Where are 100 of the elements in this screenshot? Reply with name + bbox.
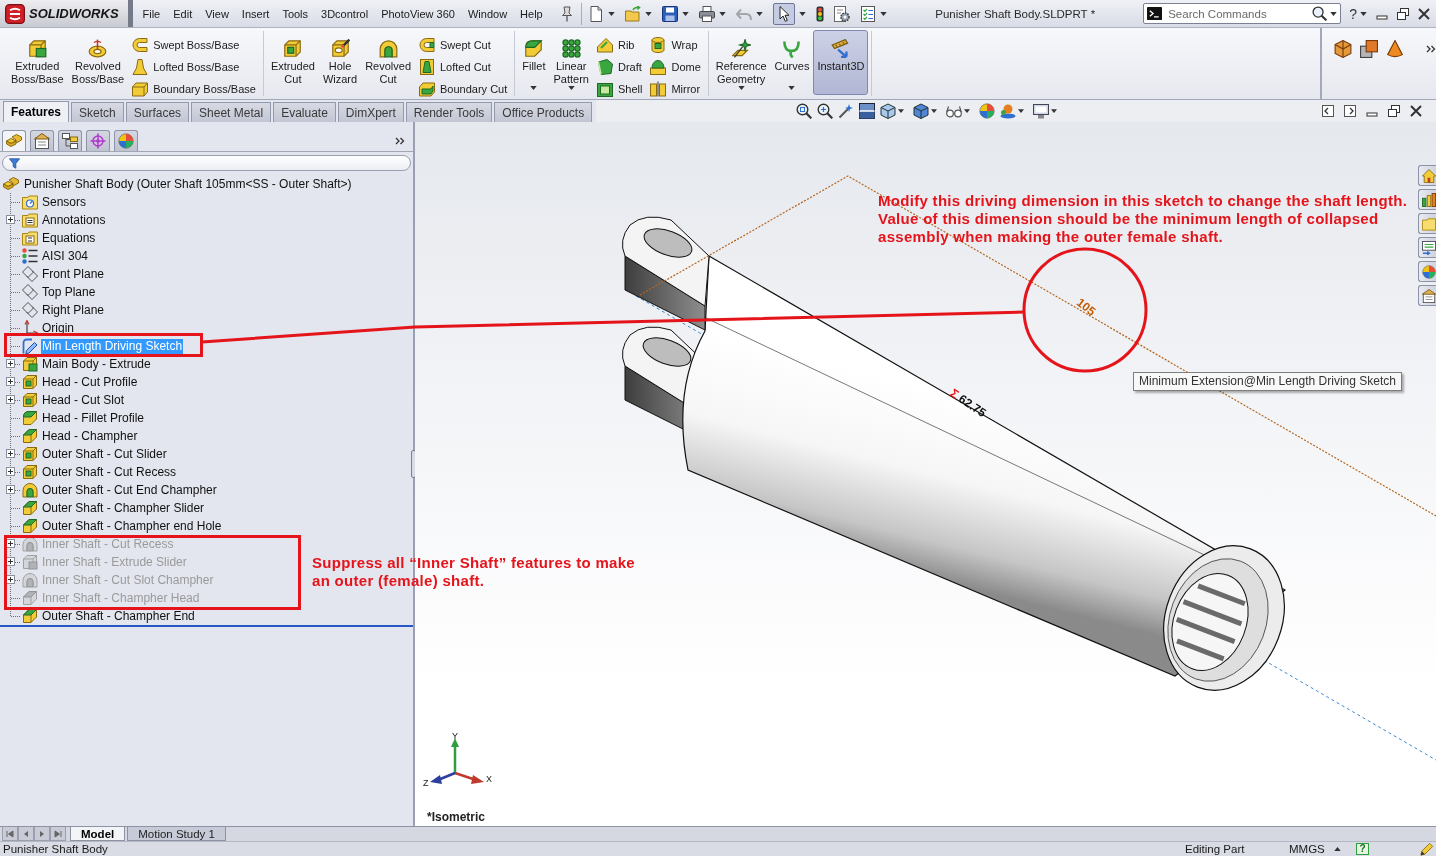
display-style-icon[interactable] — [913, 103, 930, 119]
caret-icon[interactable] — [931, 109, 938, 113]
chevron-icon[interactable] — [1426, 45, 1436, 53]
tree-item[interactable]: Outer Shaft - Cut End Champher — [41, 482, 218, 498]
caret-icon[interactable] — [1330, 11, 1338, 16]
menu-item[interactable]: Help — [513, 5, 550, 22]
command-button[interactable]: Boundary Cut — [415, 78, 512, 100]
section-view-icon[interactable] — [859, 103, 876, 119]
plus-icon[interactable] — [6, 359, 15, 368]
caret-icon[interactable] — [645, 11, 653, 16]
command-button[interactable]: Swept Boss/Base — [128, 34, 260, 56]
tree-root-item[interactable]: Punisher Shaft Body (Outer Shaft 105mm<SS - Outer Shaft>) — [23, 176, 353, 192]
command-button[interactable]: Swept Cut — [415, 34, 512, 56]
search-input[interactable]: Search Commands — [1166, 5, 1310, 22]
command-button[interactable]: Instant3D — [813, 30, 869, 95]
appearance-icon[interactable] — [979, 103, 996, 119]
plus-icon[interactable] — [6, 575, 15, 584]
command-button[interactable]: Extruded Cut — [266, 30, 319, 95]
plus-icon[interactable] — [6, 557, 15, 566]
ribbon-tab[interactable]: Sketch — [71, 102, 124, 122]
command-button[interactable]: Shell — [592, 78, 647, 100]
search-field[interactable]: Search Commands — [1143, 3, 1342, 24]
menu-item[interactable]: Insert — [235, 5, 276, 22]
command-button[interactable]: Wrap — [646, 34, 705, 56]
stacked-boxes-icon[interactable] — [1360, 40, 1378, 58]
command-button[interactable]: Revolved Boss/Base — [67, 30, 129, 95]
caret-icon[interactable] — [719, 11, 727, 16]
tile-left-icon[interactable] — [1322, 105, 1334, 117]
plus-icon[interactable] — [6, 449, 15, 458]
ribbon-tab[interactable]: Render Tools — [405, 102, 493, 122]
tree-item[interactable]: Head - Fillet Profile — [41, 410, 146, 426]
menu-item[interactable]: File — [136, 5, 167, 22]
help-button[interactable]: ? — [1356, 843, 1369, 855]
ribbon-tab[interactable]: Sheet Metal — [191, 102, 272, 122]
command-button[interactable]: Lofted Boss/Base — [128, 56, 260, 78]
select-tool-button[interactable] — [773, 2, 796, 25]
command-button[interactable]: Fillet — [518, 30, 550, 95]
command-button[interactable]: Reference Geometry — [711, 30, 771, 95]
tab-scroll-button[interactable] — [18, 827, 34, 841]
filter-field[interactable] — [2, 155, 411, 171]
menu-item[interactable]: View — [198, 5, 236, 22]
command-button[interactable]: Dome — [646, 56, 705, 78]
command-button[interactable]: Hole Wizard — [318, 30, 362, 95]
command-button[interactable]: Revolved Cut — [361, 30, 415, 95]
caret-icon[interactable] — [898, 109, 905, 113]
menu-item[interactable]: Window — [461, 5, 514, 22]
bottom-tab[interactable]: Model — [70, 827, 126, 841]
tab-scroll-button[interactable] — [50, 827, 66, 841]
panel-tab[interactable] — [86, 130, 110, 151]
command-button[interactable]: Mirror — [646, 78, 705, 100]
tree-item[interactable]: Outer Shaft - Cut Recess — [41, 464, 178, 480]
tree-item[interactable]: Equations — [41, 230, 97, 246]
tree-item[interactable]: Main Body - Extrude — [41, 356, 152, 372]
command-button[interactable]: Boundary Boss/Base — [128, 78, 260, 100]
close-icon[interactable] — [1418, 7, 1430, 20]
command-button[interactable]: Extruded Boss/Base — [7, 30, 68, 95]
dimension-value[interactable]: 105 — [1073, 295, 1099, 319]
caret-icon[interactable] — [682, 11, 690, 16]
plus-icon[interactable] — [6, 539, 15, 548]
checklist-icon[interactable] — [860, 5, 877, 22]
scene-icon[interactable] — [1000, 103, 1017, 119]
caret-up-icon[interactable] — [1334, 847, 1341, 851]
tree-item[interactable]: Right Plane — [41, 302, 106, 318]
task-pane-tab[interactable] — [1418, 261, 1436, 282]
ribbon-tab[interactable]: Office Products — [494, 102, 593, 122]
restore-icon[interactable] — [1388, 105, 1400, 117]
task-pane-tab[interactable] — [1418, 237, 1436, 258]
command-button[interactable]: Rib — [592, 34, 647, 56]
plus-icon[interactable] — [6, 395, 15, 404]
panel-tab[interactable] — [114, 130, 138, 151]
caret-icon[interactable] — [1051, 109, 1058, 113]
caret-icon[interactable] — [608, 11, 616, 16]
pencil-icon[interactable] — [1420, 842, 1434, 856]
tree-item[interactable]: Head - Champher — [41, 428, 139, 444]
plus-icon[interactable] — [6, 377, 15, 386]
panel-tab[interactable] — [58, 130, 82, 151]
tree-item[interactable]: Outer Shaft - Cut Slider — [41, 446, 168, 462]
task-pane-tab[interactable] — [1418, 165, 1436, 186]
help-menu[interactable]: ? — [1349, 5, 1357, 22]
tree-item[interactable]: Annotations — [41, 212, 107, 228]
printer-icon[interactable] — [699, 5, 716, 22]
caret-icon[interactable] — [880, 11, 888, 16]
menu-item[interactable]: PhotoView 360 — [374, 5, 462, 22]
save-icon[interactable] — [662, 5, 679, 22]
glasses-icon[interactable] — [946, 103, 963, 119]
zoom-in-icon[interactable] — [817, 103, 834, 119]
chevron-icon[interactable] — [395, 136, 405, 145]
tab-scroll-button[interactable] — [2, 827, 18, 841]
box-icon[interactable] — [1334, 40, 1352, 58]
plus-icon[interactable] — [6, 215, 15, 224]
restore-icon[interactable] — [1397, 7, 1409, 20]
caret-icon[interactable] — [964, 109, 971, 113]
search-icon[interactable] — [1312, 6, 1328, 21]
tree-item[interactable]: Outer Shaft - Champher end Hole — [41, 518, 223, 534]
tree-item[interactable]: Head - Cut Profile — [41, 374, 139, 390]
panel-tab[interactable] — [30, 130, 54, 151]
new-document-icon[interactable] — [588, 5, 605, 22]
bottom-tab[interactable]: Motion Study 1 — [127, 827, 226, 841]
tree-item[interactable]: Head - Cut Slot — [41, 392, 126, 408]
command-button[interactable]: Draft — [592, 56, 647, 78]
